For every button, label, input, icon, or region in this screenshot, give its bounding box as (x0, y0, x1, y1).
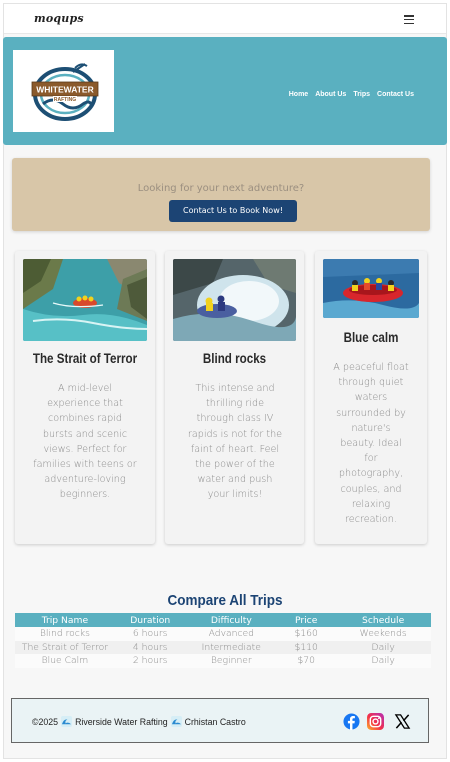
table-header-row: Trip Name Duration Difficulty Price Sche… (15, 613, 431, 627)
table-cell: 6 hours (132, 628, 168, 640)
table-cell: Beginner (210, 655, 252, 667)
compare-table: Trip Name Duration Difficulty Price Sche… (15, 613, 431, 668)
trip-description: A mid-level experience that combines rap… (33, 383, 137, 501)
table-cell: Intermediate (201, 641, 261, 653)
blind-rocks-photo (173, 259, 296, 341)
table-cell: The Strait of Terror (21, 641, 108, 653)
copyright-text: ©2025 (32, 716, 59, 727)
water-wave-icon (170, 716, 182, 727)
nav-contact-us[interactable]: Contact Us (377, 91, 414, 98)
table-row: Blue Calm 2 hours Beginner $70 Daily (15, 654, 431, 668)
table-row: Blind rocks 6 hours Advanced $160 Weeken… (15, 627, 431, 641)
table-cell: 2 hours (132, 655, 168, 667)
table-cell: Blue Calm (41, 655, 89, 667)
cta-text: Looking for your next adventure? (137, 183, 305, 194)
brand-logo-box[interactable]: WHITEWATER RAFTING (13, 50, 114, 132)
table-cell: Weekends (359, 628, 407, 640)
trip-card-strait-of-terror[interactable]: The Strait of Terror A mid-level experie… (15, 251, 155, 544)
table-cell: Daily (371, 655, 395, 667)
column-header: Schedule (362, 614, 405, 626)
table-cell: Daily (371, 641, 395, 653)
table-cell: $70 (297, 655, 315, 667)
trip-description: A peaceful float through quiet waters su… (333, 362, 409, 526)
column-header: Trip Name (41, 614, 89, 626)
site-footer: ©2025 Riverside Water Rafting Crhistan C… (11, 698, 429, 743)
column-header: Duration (130, 614, 171, 626)
column-header: Difficulty (210, 614, 252, 626)
main-nav: Home About Us Trips Contact Us (289, 91, 414, 98)
footer-credits: ©2025 Riverside Water Rafting Crhistan C… (32, 716, 246, 727)
company-name: Riverside Water Rafting (75, 716, 168, 727)
hamburger-menu-icon[interactable] (404, 15, 414, 25)
table-cell: Blind rocks (39, 628, 90, 640)
trip-title: Blind rocks (202, 351, 267, 366)
trip-title: Blue calm (343, 330, 399, 345)
nav-trips[interactable]: Trips (353, 91, 370, 98)
moqups-logo[interactable]: moqups (34, 12, 84, 25)
blue-calm-photo (323, 259, 419, 318)
table-cell: Advanced (208, 628, 254, 640)
table-cell: $110 (294, 641, 318, 653)
trip-card-blind-rocks[interactable]: Blind rocks This intense and thrilling r… (165, 251, 304, 544)
brand-line-2: RAFTING (54, 97, 76, 103)
table-cell: $160 (294, 628, 318, 640)
column-header: Price (294, 614, 318, 626)
water-wave-icon (61, 716, 73, 727)
x-icon[interactable] (394, 713, 411, 730)
trip-card-blue-calm[interactable]: Blue calm A peaceful float through quiet… (315, 251, 427, 544)
brand-line-1: WHITEWATER (36, 85, 93, 95)
cta-banner: Looking for your next adventure? Contact… (12, 158, 430, 231)
table-cell: 4 hours (132, 641, 168, 653)
strait-of-terror-photo (23, 259, 147, 341)
facebook-icon[interactable] (343, 713, 360, 730)
instagram-icon[interactable] (367, 713, 384, 730)
table-row: The Strait of Terror 4 hours Intermediat… (15, 640, 431, 654)
whitewater-rafting-logo: WHITEWATER RAFTING (31, 63, 99, 121)
trip-description: This intense and thrilling ride through … (187, 383, 283, 501)
trip-title: The Strait of Terror (32, 351, 138, 366)
top-bar: moqups (4, 4, 446, 34)
compare-title: Compare All Trips (167, 592, 283, 609)
nav-about-us[interactable]: About Us (315, 91, 346, 98)
book-now-button[interactable]: Contact Us to Book Now! (169, 200, 297, 222)
author-name: Crhistan Castro (184, 716, 246, 727)
nav-home[interactable]: Home (289, 91, 308, 98)
site-header: WHITEWATER RAFTING Home About Us Trips C… (3, 37, 447, 145)
